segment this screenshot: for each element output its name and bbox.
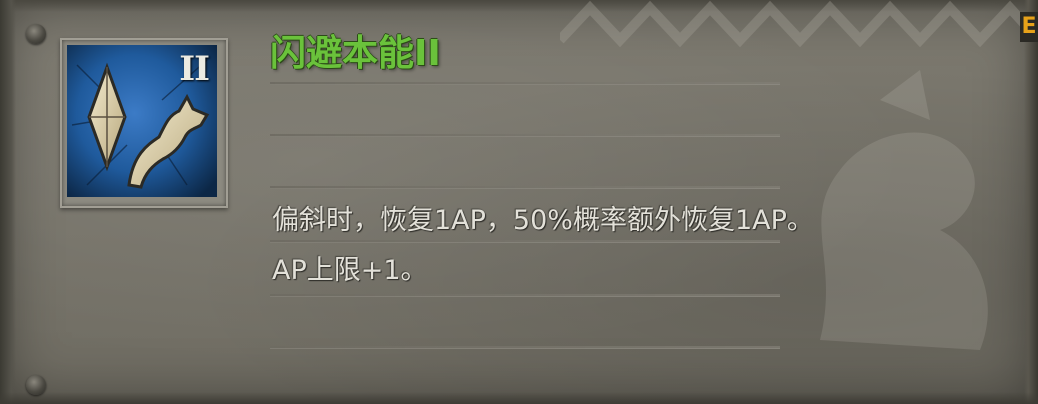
divider-line — [270, 186, 780, 189]
skill-description: 偏斜时，恢复1AP，50%概率额外恢复1AP。 AP上限+1。 — [272, 196, 972, 296]
zigzag-pattern-decoration — [560, 0, 1030, 48]
skill-tooltip-panel: II 闪避本能II 偏斜时，恢复1AP，50%概率额外恢复1AP。 AP上限+1… — [0, 0, 1038, 404]
divider-line — [270, 346, 780, 349]
panel-edge-left — [0, 0, 16, 404]
corner-tab[interactable]: E — [1020, 12, 1038, 42]
skill-icon: II — [67, 45, 217, 197]
skill-icon-frame: II — [60, 38, 228, 208]
description-line-2: AP上限+1。 — [272, 255, 428, 286]
divider-line — [270, 134, 780, 137]
rivet-bottom-left — [26, 375, 46, 395]
divider-line — [270, 82, 780, 85]
description-line-1: 偏斜时，恢复1AP，50%概率额外恢复1AP。 — [272, 205, 814, 236]
panel-edge-bottom — [0, 392, 1038, 404]
panel-edge-right — [1024, 0, 1038, 404]
rivet-top-left — [26, 24, 46, 44]
skill-title: 闪避本能II — [270, 33, 441, 74]
skill-rank-label: II — [179, 49, 210, 89]
